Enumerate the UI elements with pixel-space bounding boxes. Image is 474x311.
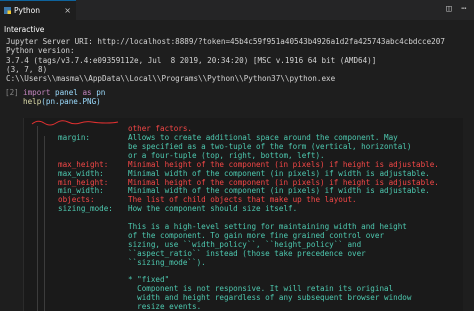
output-key: margin: [58, 133, 91, 142]
python-version-line: 3.7.4 (tags/v3.7.4:e09359112e, Jul 8 201… [6, 55, 377, 65]
close-icon[interactable]: × [64, 1, 71, 20]
editor-actions: ◫ ⋯ [440, 3, 470, 17]
cell-prompt: [2] [5, 88, 19, 97]
output-gutter-line-inner [44, 136, 45, 311]
code-line-2: help(pn.pane.PNG) [23, 97, 101, 107]
code-line-1: import panel as pn [23, 88, 106, 97]
version-tuple-line: (3, 7, 8) [6, 64, 48, 74]
code-cell[interactable]: import panel as pn help(pn.pane.PNG) [23, 88, 105, 107]
output-value: How the component should size itself. [128, 204, 298, 214]
squiggle-annotation [31, 120, 119, 126]
tab-bar: Python Interactive × ◫ ⋯ [0, 0, 474, 34]
more-actions-icon[interactable]: ⋯ [458, 3, 470, 15]
output-value: resize events. [128, 302, 202, 311]
output-key: sizing_mode: [58, 204, 113, 214]
split-editor-icon[interactable]: ◫ [443, 3, 455, 15]
output-value: ``sizing_mode``). [128, 257, 206, 267]
server-info: Jupyter Server URI: http://localhost:888… [6, 28, 445, 92]
python-path-line: C:\\Users\\masma\\AppData\\Local\\Progra… [6, 74, 336, 84]
tab-python-interactive[interactable]: Python Interactive × [0, 0, 76, 34]
server-uri-line: Jupyter Server URI: http://localhost:888… [6, 37, 445, 47]
python-icon [4, 7, 11, 14]
output-panel[interactable]: other factors. margin: Allows to create a… [23, 118, 463, 311]
python-version-label: Python version: [6, 46, 75, 56]
output-gutter-line [37, 126, 38, 311]
